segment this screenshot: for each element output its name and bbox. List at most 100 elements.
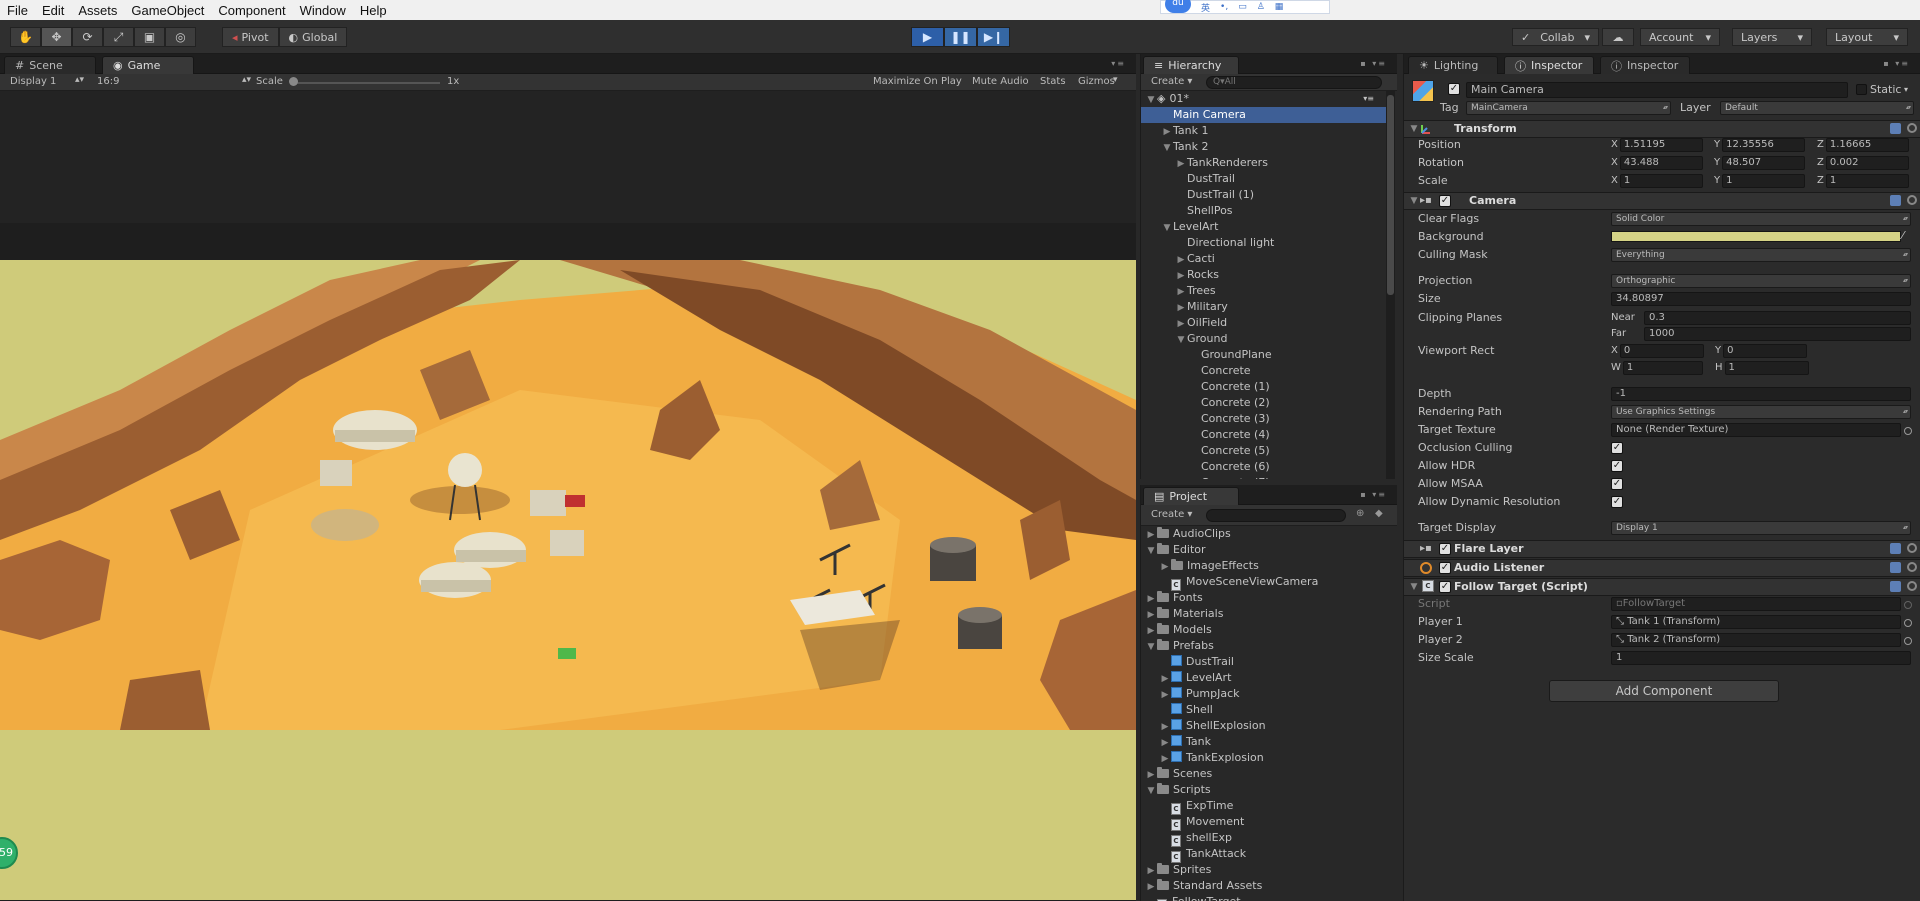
hierarchy-item[interactable]: GroundPlane bbox=[1141, 347, 1386, 363]
viewport-h-field[interactable]: 1 bbox=[1724, 361, 1809, 375]
project-item[interactable]: Shell bbox=[1141, 702, 1398, 718]
maximize-on-play-toggle[interactable]: Maximize On Play bbox=[873, 76, 962, 87]
hierarchy-item[interactable]: ▶ Trees bbox=[1141, 283, 1386, 299]
position-z-field[interactable]: 1.16665 bbox=[1825, 138, 1909, 152]
collapse-arrow-icon[interactable]: ▼ bbox=[1408, 579, 1420, 595]
help-book-icon[interactable] bbox=[1890, 581, 1901, 592]
tab-hierarchy[interactable]: ≡ Hierarchy bbox=[1143, 56, 1239, 74]
hierarchy-item[interactable]: ▼ Tank 2 bbox=[1141, 139, 1386, 155]
step-button[interactable]: ▶❙ bbox=[977, 27, 1010, 47]
expand-arrow-icon[interactable]: ▼ bbox=[1145, 543, 1157, 559]
color-picker-icon[interactable]: ⁄ bbox=[1902, 228, 1904, 244]
hierarchy-item[interactable]: ▶ Rocks bbox=[1141, 267, 1386, 283]
static-checkbox[interactable] bbox=[1856, 84, 1867, 95]
hierarchy-item[interactable]: Concrete bbox=[1141, 363, 1386, 379]
project-item[interactable]: ▶ TankExplosion bbox=[1141, 750, 1398, 766]
axis-label[interactable]: X bbox=[1611, 157, 1618, 168]
ime-toolbar[interactable]: du 英 •, ▭ ♙ ▦ bbox=[1160, 0, 1330, 14]
pause-button[interactable]: ❚❚ bbox=[944, 27, 977, 47]
expand-arrow-icon[interactable]: ▶ bbox=[1159, 719, 1171, 735]
follow-target-header[interactable]: ▼ C ✓ Follow Target (Script) bbox=[1404, 578, 1920, 596]
menu-help[interactable]: Help bbox=[353, 3, 394, 18]
hierarchy-create-button[interactable]: Create ▾ bbox=[1151, 76, 1192, 87]
project-item[interactable]: ▶ AudioClips bbox=[1141, 526, 1398, 542]
transform-tool-icon[interactable]: ◎ bbox=[165, 27, 196, 47]
expand-arrow-icon[interactable]: ▶ bbox=[1145, 767, 1157, 783]
scene-menu-icon[interactable]: ▾≡ bbox=[1363, 91, 1374, 107]
expand-arrow-icon[interactable]: ▶ bbox=[1145, 527, 1157, 543]
axis-label[interactable]: X bbox=[1611, 175, 1618, 186]
transform-header[interactable]: ▼ Transform bbox=[1404, 120, 1920, 138]
tab-scene[interactable]: # Scene bbox=[4, 56, 96, 74]
panel-menu-icon[interactable]: ▪ ▾≡ bbox=[1360, 59, 1387, 68]
expand-arrow-icon[interactable]: ▶ bbox=[1159, 559, 1171, 575]
project-item[interactable]: C MoveSceneViewCamera bbox=[1141, 574, 1398, 591]
project-item[interactable]: ▶ Models bbox=[1141, 622, 1398, 638]
expand-arrow-icon[interactable]: ▶ bbox=[1175, 268, 1187, 284]
project-item[interactable]: ▼ Editor bbox=[1141, 542, 1398, 558]
axis-label[interactable]: Y bbox=[1714, 157, 1720, 168]
scale-z[interactable]: Z1 bbox=[1817, 174, 1909, 188]
project-item[interactable]: ▶ Fonts bbox=[1141, 590, 1398, 606]
object-picker-icon[interactable] bbox=[1904, 427, 1912, 435]
project-search-input[interactable] bbox=[1206, 509, 1346, 522]
allow-dynres-checkbox[interactable]: ✓ bbox=[1611, 496, 1623, 508]
aspect-select[interactable]: 16:9 bbox=[97, 76, 119, 87]
hierarchy-item[interactable]: ▼ LevelArt bbox=[1141, 219, 1386, 235]
tab-project[interactable]: ▤ Project bbox=[1143, 487, 1239, 505]
expand-arrow-icon[interactable]: ▶ bbox=[1175, 284, 1187, 300]
account-dropdown[interactable]: Account ▾ bbox=[1640, 28, 1720, 46]
expand-arrow-icon[interactable]: ▶ bbox=[1175, 316, 1187, 332]
expand-arrow-icon[interactable]: ▶ bbox=[1145, 623, 1157, 639]
menu-gameobject[interactable]: GameObject bbox=[124, 3, 211, 18]
project-item[interactable]: ▶ PumpJack bbox=[1141, 686, 1398, 702]
viewport-x[interactable]: X0 bbox=[1611, 344, 1704, 358]
project-item[interactable]: ▶ Standard Assets bbox=[1141, 878, 1398, 894]
add-component-button[interactable]: Add Component bbox=[1549, 680, 1779, 702]
viewport-y-field[interactable]: 0 bbox=[1723, 344, 1808, 358]
rendering-path-select[interactable]: Use Graphics Settings bbox=[1611, 405, 1911, 419]
tab-inspector-2[interactable]: ⓘ Inspector bbox=[1600, 56, 1690, 74]
expand-arrow-icon[interactable]: ▶ bbox=[1145, 879, 1157, 895]
chevron-down-icon[interactable]: ▾ bbox=[1904, 82, 1908, 98]
viewport-w[interactable]: W1 bbox=[1611, 361, 1703, 375]
help-book-icon[interactable] bbox=[1890, 195, 1901, 206]
camera-enabled-checkbox[interactable]: ✓ bbox=[1439, 195, 1451, 207]
rect-tool-icon[interactable]: ▣ bbox=[134, 27, 165, 47]
hierarchy-item[interactable]: ▶ Military bbox=[1141, 299, 1386, 315]
tag-select[interactable]: MainCamera bbox=[1466, 101, 1671, 115]
expand-arrow-icon[interactable]: ▶ bbox=[1159, 751, 1171, 767]
project-item[interactable]: ▶ Sprites bbox=[1141, 862, 1398, 878]
axis-label[interactable]: Y bbox=[1714, 175, 1720, 186]
viewport-x-field[interactable]: 0 bbox=[1619, 344, 1704, 358]
menu-window[interactable]: Window bbox=[293, 3, 353, 18]
expand-arrow-icon[interactable]: ▼ bbox=[1175, 332, 1187, 348]
collapse-arrow-icon[interactable]: ▼ bbox=[1145, 92, 1157, 108]
expand-arrow-icon[interactable]: ▶ bbox=[1175, 252, 1187, 268]
culling-mask-select[interactable]: Everything bbox=[1611, 248, 1911, 262]
flare-layer-header[interactable]: ▸▪ ✓ Flare Layer bbox=[1404, 540, 1920, 558]
expand-arrow-icon[interactable]: ▼ bbox=[1161, 140, 1173, 156]
project-item[interactable]: CshellExp bbox=[1141, 830, 1398, 847]
camera-header[interactable]: ▼ ▸▪ ✓ Camera bbox=[1404, 192, 1920, 210]
hierarchy-item[interactable]: Concrete (7) bbox=[1141, 475, 1386, 479]
chevron-down-icon[interactable]: ▾ bbox=[1113, 75, 1118, 85]
scale-slider-thumb[interactable] bbox=[289, 77, 298, 86]
rotate-tool-icon[interactable]: ⟳ bbox=[72, 27, 103, 47]
position-x[interactable]: X 1.51195 bbox=[1611, 138, 1703, 152]
project-item[interactable]: ▶ ShellExplosion bbox=[1141, 718, 1398, 734]
global-button[interactable]: ◐ Global bbox=[278, 27, 348, 47]
object-picker-icon[interactable] bbox=[1904, 619, 1912, 627]
near-field[interactable]: 0.3 bbox=[1644, 311, 1911, 325]
hierarchy-scrollbar[interactable] bbox=[1386, 91, 1395, 479]
scale-y-field[interactable]: 1 bbox=[1722, 174, 1806, 188]
expand-arrow-icon[interactable]: ▶ bbox=[1159, 671, 1171, 687]
rotation-y[interactable]: Y 48.507 bbox=[1714, 156, 1806, 170]
filter-label-icon[interactable]: ◆ bbox=[1375, 508, 1383, 519]
axis-label[interactable]: Z bbox=[1817, 175, 1824, 186]
ime-grid-icon[interactable]: ▦ bbox=[1275, 2, 1284, 12]
viewport-h[interactable]: H1 bbox=[1715, 361, 1809, 375]
hierarchy-item[interactable]: Concrete (2) bbox=[1141, 395, 1386, 411]
collab-dropdown[interactable]: ✓ Collab ▾ bbox=[1512, 28, 1599, 46]
project-item[interactable]: DustTrail bbox=[1141, 654, 1398, 670]
